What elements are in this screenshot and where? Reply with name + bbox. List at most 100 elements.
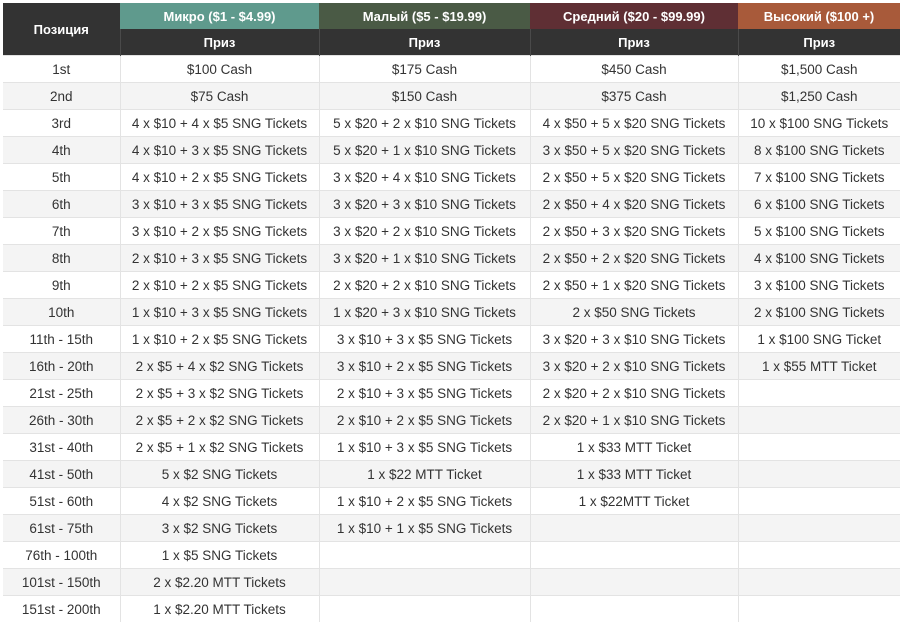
prize-cell-micro: 2 x $2.20 MTT Tickets bbox=[119, 568, 319, 596]
prize-cell-high bbox=[737, 568, 900, 596]
prize-header-micro: Приз bbox=[119, 29, 319, 56]
prize-cell-high bbox=[737, 460, 900, 488]
prize-cell-micro: 2 x $5 + 1 x $2 SNG Tickets bbox=[119, 433, 319, 461]
prize-cell-high bbox=[737, 514, 900, 542]
table-row: 6th 3 x $10 + 3 x $5 SNG Tickets 3 x $20 +… bbox=[3, 190, 900, 218]
prize-cell-high: 8 x $100 SNG Tickets bbox=[737, 136, 900, 164]
prize-table: Позиция Микро ($1 - $4.99) Малый ($5 - $… bbox=[3, 3, 900, 622]
position-cell: 4th bbox=[3, 136, 120, 164]
prize-cell-high: 4 x $100 SNG Tickets bbox=[737, 244, 900, 272]
prize-cell-high: $1,500 Cash bbox=[737, 55, 900, 83]
prize-cell-small: $150 Cash bbox=[318, 82, 530, 110]
table-row: 9th 2 x $10 + 2 x $5 SNG Tickets 2 x $20 +… bbox=[3, 271, 900, 299]
prize-cell-high: 7 x $100 SNG Tickets bbox=[737, 163, 900, 191]
position-cell: 21st - 25th bbox=[3, 379, 120, 407]
prize-cell-small: 2 x $10 + 3 x $5 SNG Tickets bbox=[318, 379, 530, 407]
prize-cell-medium bbox=[529, 595, 738, 622]
prize-cell-medium: 1 x $33 MTT Ticket bbox=[529, 460, 738, 488]
table-row: 11th - 15th 1 x $10 + 2 x $5 SNG Tickets 3… bbox=[3, 325, 900, 353]
prize-cell-small: $175 Cash bbox=[318, 55, 530, 83]
table-row: 7th 3 x $10 + 2 x $5 SNG Tickets 3 x $20 +… bbox=[3, 217, 900, 245]
position-cell: 61st - 75th bbox=[3, 514, 120, 542]
table-row: 4th 4 x $10 + 3 x $5 SNG Tickets 5 x $20 +… bbox=[3, 136, 900, 164]
table-row: 101st - 150th 2 x $2.20 MTT Tickets bbox=[3, 568, 900, 596]
prize-cell-micro: 4 x $2 SNG Tickets bbox=[119, 487, 319, 515]
prize-cell-small: 1 x $10 + 3 x $5 SNG Tickets bbox=[318, 433, 530, 461]
table-row: 16th - 20th 2 x $5 + 4 x $2 SNG Tickets 3 … bbox=[3, 352, 900, 380]
position-cell: 8th bbox=[3, 244, 120, 272]
position-cell: 10th bbox=[3, 298, 120, 326]
prize-cell-small: 3 x $20 + 2 x $10 SNG Tickets bbox=[318, 217, 530, 245]
prize-cell-medium: 2 x $50 + 2 x $20 SNG Tickets bbox=[529, 244, 738, 272]
prize-cell-medium: 1 x $22MTT Ticket bbox=[529, 487, 738, 515]
prize-cell-small: 2 x $10 + 2 x $5 SNG Tickets bbox=[318, 406, 530, 434]
prize-cell-small: 3 x $20 + 1 x $10 SNG Tickets bbox=[318, 244, 530, 272]
prize-header-small: Приз bbox=[318, 29, 530, 56]
prize-cell-micro: $100 Cash bbox=[119, 55, 319, 83]
table-row: 1st $100 Cash $175 Cash $450 Cash $1,500 Cas… bbox=[3, 55, 900, 83]
table-row: 76th - 100th 1 x $5 SNG Tickets bbox=[3, 541, 900, 569]
prize-cell-micro: 1 x $10 + 3 x $5 SNG Tickets bbox=[119, 298, 319, 326]
table-body: 1st $100 Cash $175 Cash $450 Cash $1,500 Cas… bbox=[3, 55, 900, 622]
prize-cell-medium: 2 x $20 + 1 x $10 SNG Tickets bbox=[529, 406, 738, 434]
table-row: 151st - 200th 1 x $2.20 MTT Tickets bbox=[3, 595, 900, 622]
prize-cell-micro: 4 x $10 + 2 x $5 SNG Tickets bbox=[119, 163, 319, 191]
prize-cell-medium: $375 Cash bbox=[529, 82, 738, 110]
table-row: 51st - 60th 4 x $2 SNG Tickets 1 x $10 + 2… bbox=[3, 487, 900, 515]
position-cell: 6th bbox=[3, 190, 120, 218]
prize-cell-medium: 3 x $20 + 2 x $10 SNG Tickets bbox=[529, 352, 738, 380]
tier-header-small: Малый ($5 - $19.99) bbox=[319, 3, 530, 29]
prize-cell-high bbox=[737, 379, 900, 407]
prize-cell-high: 2 x $100 SNG Tickets bbox=[737, 298, 900, 326]
position-cell: 11th - 15th bbox=[3, 325, 120, 353]
prize-cell-high bbox=[737, 541, 900, 569]
table-row: 41st - 50th 5 x $2 SNG Tickets 1 x $22 MTT… bbox=[3, 460, 900, 488]
prize-cell-high: 10 x $100 SNG Tickets bbox=[737, 109, 900, 137]
prize-cell-medium bbox=[529, 514, 738, 542]
table-row: 8th 2 x $10 + 3 x $5 SNG Tickets 3 x $20 +… bbox=[3, 244, 900, 272]
prize-cell-small bbox=[318, 595, 530, 622]
prize-cell-medium bbox=[529, 541, 738, 569]
prize-header-medium: Приз bbox=[529, 29, 738, 56]
table-row: 61st - 75th 3 x $2 SNG Tickets 1 x $10 + 1… bbox=[3, 514, 900, 542]
prize-cell-micro: 1 x $5 SNG Tickets bbox=[119, 541, 319, 569]
prize-cell-medium: 2 x $50 + 5 x $20 SNG Tickets bbox=[529, 163, 738, 191]
position-cell: 26th - 30th bbox=[3, 406, 120, 434]
prize-cell-medium: 1 x $33 MTT Ticket bbox=[529, 433, 738, 461]
table-row: 26th - 30th 2 x $5 + 2 x $2 SNG Tickets 2 … bbox=[3, 406, 900, 434]
prize-cell-micro: 2 x $5 + 4 x $2 SNG Tickets bbox=[119, 352, 319, 380]
prize-cell-medium bbox=[529, 568, 738, 596]
prize-cell-high: 5 x $100 SNG Tickets bbox=[737, 217, 900, 245]
prize-cell-small: 3 x $10 + 3 x $5 SNG Tickets bbox=[318, 325, 530, 353]
prize-cell-high: 6 x $100 SNG Tickets bbox=[737, 190, 900, 218]
prize-cell-medium: 3 x $50 + 5 x $20 SNG Tickets bbox=[529, 136, 738, 164]
prize-cell-micro: 3 x $2 SNG Tickets bbox=[119, 514, 319, 542]
prize-cell-small bbox=[318, 568, 530, 596]
prize-cell-small: 2 x $20 + 2 x $10 SNG Tickets bbox=[318, 271, 530, 299]
prize-cell-high bbox=[737, 433, 900, 461]
position-cell: 9th bbox=[3, 271, 120, 299]
prize-cell-medium: 4 x $50 + 5 x $20 SNG Tickets bbox=[529, 109, 738, 137]
table-row: 21st - 25th 2 x $5 + 3 x $2 SNG Tickets 2 … bbox=[3, 379, 900, 407]
prize-cell-high: 1 x $55 MTT Ticket bbox=[737, 352, 900, 380]
position-cell: 16th - 20th bbox=[3, 352, 120, 380]
prize-cell-micro: 2 x $10 + 3 x $5 SNG Tickets bbox=[119, 244, 319, 272]
prize-cell-medium: $450 Cash bbox=[529, 55, 738, 83]
prize-cell-micro: $75 Cash bbox=[119, 82, 319, 110]
prize-cell-small: 5 x $20 + 1 x $10 SNG Tickets bbox=[318, 136, 530, 164]
table-row: 10th 1 x $10 + 3 x $5 SNG Tickets 1 x $20 … bbox=[3, 298, 900, 326]
prize-cell-micro: 3 x $10 + 2 x $5 SNG Tickets bbox=[119, 217, 319, 245]
position-cell: 76th - 100th bbox=[3, 541, 120, 569]
prize-cell-small: 1 x $22 MTT Ticket bbox=[318, 460, 530, 488]
prize-cell-high: 1 x $100 SNG Ticket bbox=[737, 325, 900, 353]
position-cell: 151st - 200th bbox=[3, 595, 120, 622]
prize-cell-medium: 2 x $50 SNG Tickets bbox=[529, 298, 738, 326]
prize-cell-micro: 2 x $5 + 3 x $2 SNG Tickets bbox=[119, 379, 319, 407]
position-cell: 7th bbox=[3, 217, 120, 245]
prize-header-high: Приз bbox=[737, 29, 900, 56]
table-row: 2nd $75 Cash $150 Cash $375 Cash $1,250 Cash bbox=[3, 82, 900, 110]
tier-header-medium: Средний ($20 - $99.99) bbox=[530, 3, 738, 29]
position-cell: 101st - 150th bbox=[3, 568, 120, 596]
position-cell: 3rd bbox=[3, 109, 120, 137]
prize-cell-small: 3 x $20 + 3 x $10 SNG Tickets bbox=[318, 190, 530, 218]
